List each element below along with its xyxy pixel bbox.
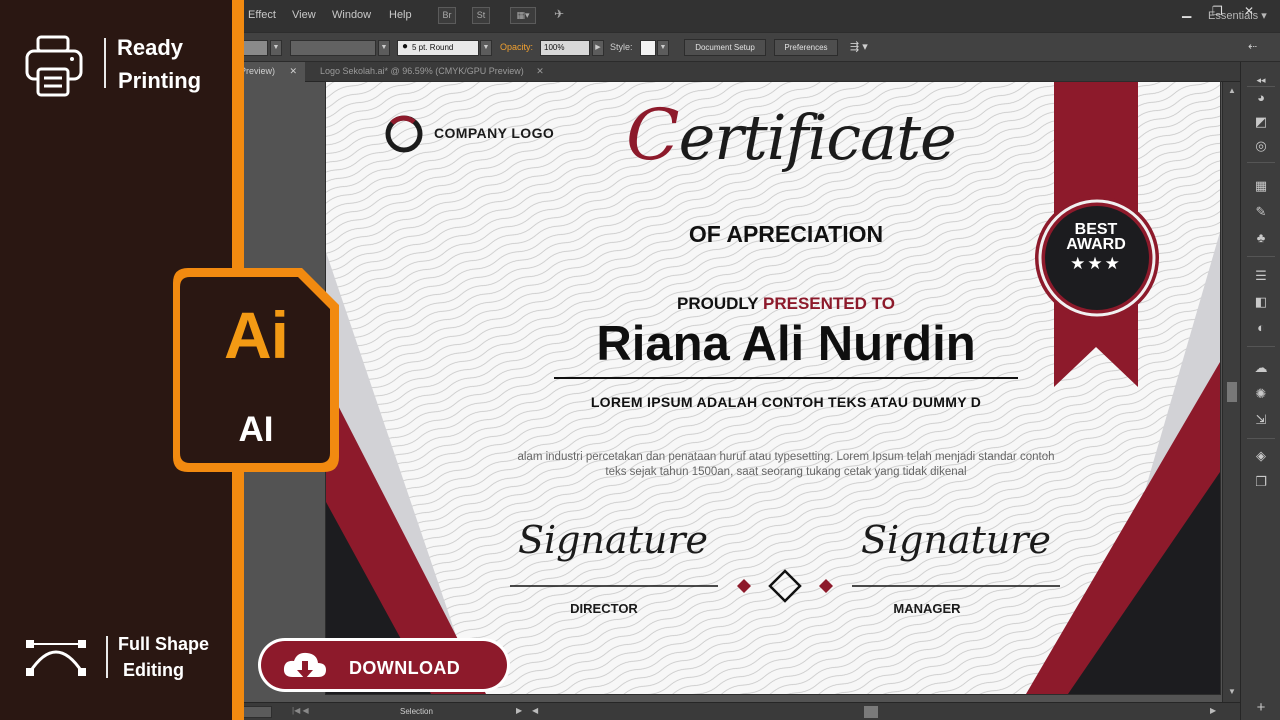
brush-profile-value: 5 pt. Round [412, 43, 454, 52]
vertical-scrollbar[interactable]: ▲ ▼ [1222, 82, 1240, 702]
restore-icon[interactable]: ❐ [1212, 4, 1223, 18]
control-bar: ▼ ▼ ● 5 pt. Round ▼ Opacity: 100% ▶ Styl… [232, 32, 1280, 62]
ai-format-label: AI [238, 410, 274, 449]
opacity-field[interactable]: 100% [540, 40, 590, 56]
director-role[interactable]: DIRECTOR [524, 601, 684, 616]
scroll-up-icon[interactable]: ▲ [1228, 86, 1236, 95]
award-stars-icon: ★★★ [1070, 254, 1122, 273]
color-guide-icon[interactable]: ◩ [1251, 112, 1271, 132]
presented-to-label[interactable]: PROUDLY PRESENTED TO [566, 294, 1006, 314]
tab-logo-sekolah[interactable]: Logo Sekolah.ai* @ 96.59% (CMYK/GPU Prev… [312, 62, 552, 82]
brushes-icon[interactable]: ✎ [1251, 202, 1271, 222]
zoom-field[interactable] [242, 706, 272, 718]
opacity-label[interactable]: Opacity: [500, 42, 533, 52]
certificate-body-text[interactable]: alam industri percetakan dan penataan hu… [511, 450, 1061, 480]
color-icon[interactable]: ◕ [1251, 88, 1271, 108]
minimize-icon[interactable]: ▁ [1182, 4, 1191, 18]
best-award-badge[interactable]: BEST AWARD ★★★ [1051, 222, 1141, 276]
fill-swatch[interactable] [240, 40, 268, 56]
add-icon[interactable]: + [1251, 698, 1271, 718]
document-setup-button[interactable]: Document Setup [684, 39, 766, 56]
status-menu-icon[interactable]: ▶ [516, 706, 522, 715]
swatches-icon[interactable]: ▦ [1251, 176, 1271, 196]
stroke-weight-dropdown[interactable]: ▼ [378, 40, 390, 56]
stroke-weight-field[interactable] [290, 40, 376, 56]
menu-view[interactable]: View [292, 9, 316, 21]
vertical-scroll-thumb[interactable] [1227, 382, 1237, 402]
horizontal-scroll-thumb[interactable] [864, 706, 878, 718]
bezier-pen-icon [26, 640, 86, 676]
close-icon[interactable]: ✕ [1244, 4, 1254, 18]
close-icon[interactable]: ✕ [290, 66, 298, 76]
download-label: DOWNLOAD [349, 658, 461, 678]
ai-logo-text: Ai [224, 298, 289, 372]
graphic-style-dropdown[interactable]: ▼ [657, 40, 669, 56]
ready-printing-line2: Printing [118, 68, 202, 93]
layers-icon[interactable]: ◈ [1251, 446, 1271, 466]
panel-menu-icon[interactable]: ⇠ [1248, 40, 1257, 53]
stock-icon[interactable]: St [472, 7, 490, 24]
bridge-icon[interactable]: Br [438, 7, 456, 24]
graphic-style-swatch[interactable] [640, 40, 656, 56]
status-bar: |◀ ◀ Selection ▶ ◀ ▶ [232, 702, 1240, 720]
menu-effect[interactable]: Effect [248, 9, 276, 21]
symbols-icon[interactable]: ♣ [1251, 228, 1271, 248]
company-logo-text[interactable]: COMPANY LOGO [434, 125, 554, 141]
printer-icon [25, 35, 83, 97]
menu-window[interactable]: Window [332, 9, 371, 21]
menu-bar: Effect View Window Help Br St ▦▾ ✈ Essen… [232, 0, 1280, 32]
scroll-right-icon[interactable]: ▶ [1210, 706, 1216, 715]
collapse-panels-icon[interactable]: ◂◂ [1251, 70, 1271, 90]
brush-profile-dropdown[interactable]: ▼ [480, 40, 492, 56]
opacity-dropdown[interactable]: ▶ [592, 40, 604, 56]
full-shape-line2: Editing [123, 660, 184, 680]
illustrator-badge: Ai AI [170, 265, 342, 475]
document-tabs: Preview) ✕ Logo Sekolah.ai* @ 96.59% (CM… [232, 62, 1240, 82]
right-panel-dock: ◂◂ ◕ ◩ ◎ ▦ ✎ ♣ ☰ ◧ ◐ ☁ ✺ ⇲ ◈ ❐ + [1240, 62, 1280, 720]
fill-dropdown[interactable]: ▼ [270, 40, 282, 56]
certificate-title[interactable]: Certificate [626, 94, 957, 176]
preferences-button[interactable]: Preferences [774, 39, 838, 56]
gradient-icon[interactable]: ◧ [1251, 292, 1271, 312]
cloud-download-icon [283, 652, 326, 679]
director-signature[interactable]: Signature [503, 518, 723, 562]
style-label: Style: [610, 42, 633, 52]
brush-dot-icon: ● [402, 41, 409, 52]
certificate-artboard[interactable]: COMPANY LOGO Certificate OF APRECIATION … [326, 82, 1220, 694]
lorem-heading[interactable]: LOREM IPSUM ADALAH CONTOH TEKS ATAU DUMM… [506, 394, 1066, 410]
artboards-icon[interactable]: ❐ [1251, 472, 1271, 492]
gpu-performance-icon[interactable]: ✈ [550, 7, 568, 24]
manager-role[interactable]: MANAGER [847, 601, 1007, 616]
status-tool-label: Selection [400, 707, 433, 716]
close-icon[interactable]: ✕ [536, 66, 544, 76]
menu-help[interactable]: Help [389, 9, 412, 21]
creative-cloud-libraries-icon[interactable]: ☁ [1251, 358, 1271, 378]
brush-profile-select[interactable]: ● 5 pt. Round [397, 40, 479, 56]
export-asset-icon[interactable]: ⇲ [1251, 410, 1271, 430]
appearance-icon[interactable]: ◎ [1251, 136, 1271, 156]
ready-printing-line1: Ready [117, 35, 184, 60]
recipient-name[interactable]: Riana Ali Nurdin [526, 316, 1046, 372]
transparency-icon[interactable]: ◐ [1251, 318, 1271, 338]
artboard-nav-icon[interactable]: |◀ ◀ [292, 706, 309, 715]
scroll-down-icon[interactable]: ▼ [1228, 687, 1236, 696]
illustrator-screen: Effect View Window Help Br St ▦▾ ✈ Essen… [0, 0, 1280, 720]
scroll-left-icon[interactable]: ◀ [532, 706, 538, 715]
manager-signature[interactable]: Signature [846, 518, 1066, 562]
arrange-documents-icon[interactable]: ▦▾ [510, 7, 536, 24]
certificate-subtitle[interactable]: OF APRECIATION [626, 221, 946, 248]
align-icon[interactable]: ⇶ ▾ [850, 40, 868, 53]
full-shape-line1: Full Shape [118, 634, 210, 654]
image-trace-icon[interactable]: ✺ [1251, 384, 1271, 404]
stroke-icon[interactable]: ☰ [1251, 266, 1271, 286]
download-button[interactable]: DOWNLOAD [258, 638, 510, 692]
